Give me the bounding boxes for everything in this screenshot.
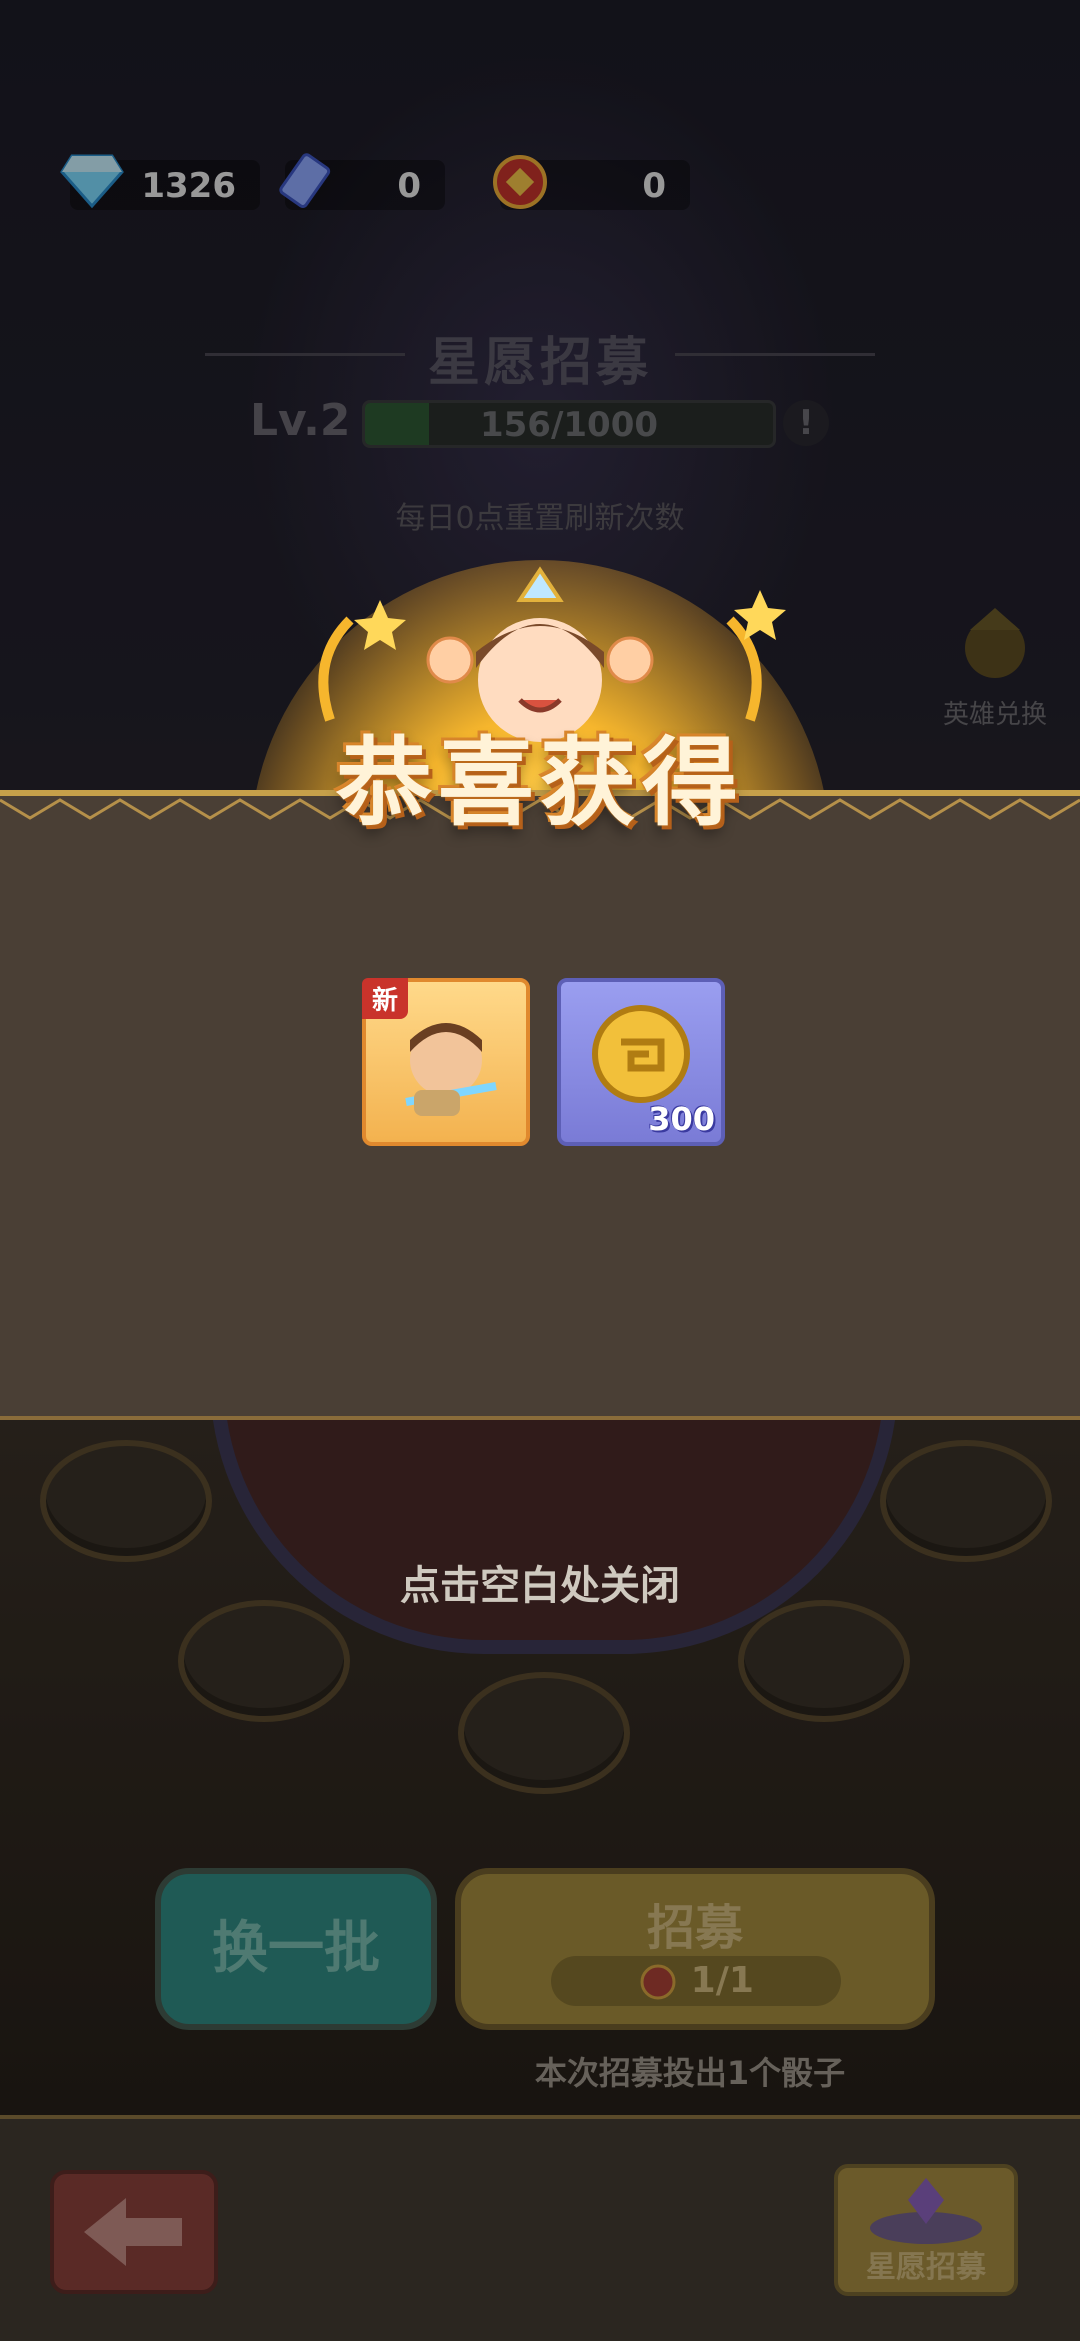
reward-item-coin[interactable]: 300 (557, 978, 725, 1146)
reward-panel (0, 790, 1080, 1420)
token-coin-icon (640, 1964, 676, 2000)
back-button[interactable] (50, 2170, 218, 2294)
reward-item-hero[interactable]: 新 (362, 978, 530, 1146)
recruit-crystal-icon (870, 2178, 982, 2244)
tab-star-recruit[interactable]: 星愿招募 (834, 2164, 1018, 2296)
recruit-cost: 1/1 (551, 1956, 841, 2006)
recruit-cost-text: 1/1 (690, 1960, 754, 2001)
swap-batch-button[interactable]: 换一批 (155, 1868, 437, 2030)
new-badge: 新 (362, 978, 409, 1019)
back-arrow-icon (84, 2198, 182, 2266)
roll-note: 本次招募投出1个骰子 (534, 2054, 846, 2092)
recruit-button[interactable]: 招募 1/1 (455, 1868, 935, 2030)
close-hint: 点击空白处关闭 (400, 1563, 680, 1609)
congrats-title: 恭喜获得 (336, 727, 744, 839)
reward-quantity: 300 (648, 1100, 715, 1138)
tab-star-recruit-label: 星愿招募 (866, 2250, 986, 2285)
recruit-label: 招募 (646, 1900, 743, 1956)
